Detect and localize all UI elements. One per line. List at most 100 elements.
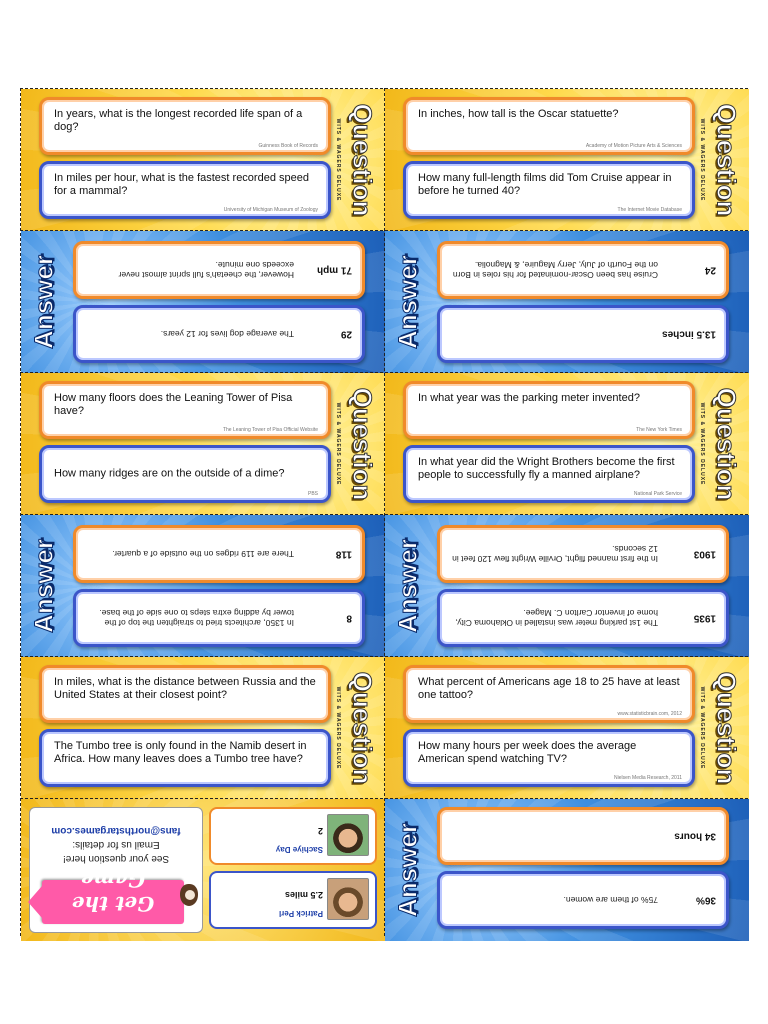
question-card-6[interactable]: What percent of Americans age 18 to 25 h… [385, 657, 749, 799]
promo-email[interactable]: fans@northstargames.com [30, 825, 202, 836]
answer-value: 8 [346, 612, 352, 624]
question-text: The Tumbo tree is only found in the Nami… [54, 740, 307, 765]
player-card-bottom: Patrick Perl 2.5 miles [209, 871, 377, 929]
answer-value: 118 [335, 548, 352, 560]
game-subtitle: WITS & WAGERS DELUXE [699, 402, 705, 486]
promo-card[interactable]: See your question here! Email us for det… [21, 799, 385, 941]
game-subtitle: WITS & WAGERS DELUXE [335, 686, 341, 770]
player-photo [327, 878, 369, 920]
answer-explanation: Cruise has been Oscar-nominated for his … [452, 260, 658, 280]
answer-value: 1903 [693, 548, 716, 560]
question-text: What percent of Americans age 18 to 25 h… [418, 676, 680, 701]
promo-box: See your question here! Email us for det… [29, 807, 203, 933]
question-source: National Park Service [633, 491, 682, 497]
question-box-top: In what year was the parking meter inven… [403, 381, 695, 439]
question-source: University of Michigan Museum of Zoology [223, 207, 318, 213]
horizontal-cut-line [20, 798, 748, 799]
question-label: Question [711, 103, 742, 217]
question-source: The Internet Movie Database [617, 207, 682, 213]
question-box-bottom: In miles per hour, what is the fastest r… [39, 161, 331, 219]
question-source: www.statisticbrain.com, 2012 [617, 711, 682, 717]
vertical-cut-line [384, 88, 385, 936]
question-source: The Leaning Tower of Pisa Official Websi… [222, 427, 318, 433]
game-subtitle: WITS & WAGERS DELUXE [335, 118, 341, 202]
answer-card-2[interactable]: Answer 24 Cruise has been Oscar-nominate… [385, 231, 749, 373]
question-card-5[interactable]: In miles, what is the distance between R… [21, 657, 385, 799]
answer-label: Answer [28, 539, 59, 634]
answer-explanation: There are 119 ridges on the outside of a… [112, 549, 294, 559]
player-name: Sachiye Day [275, 845, 323, 854]
get-the-game-logo: Get the Game [42, 868, 198, 924]
question-text: How many ridges are on the outside of a … [54, 467, 285, 480]
question-card-2[interactable]: In inches, how tall is the Oscar statuet… [385, 89, 749, 231]
answer-box-bottom: 36% 75% of them are women. [437, 871, 729, 929]
question-text: How many hours per week does the average… [418, 740, 637, 765]
horizontal-cut-line [20, 230, 748, 231]
answer-explanation: In the first manned flight, Orville Wrig… [452, 544, 658, 564]
question-text: In inches, how tall is the Oscar statuet… [418, 108, 619, 120]
game-subtitle: WITS & WAGERS DELUXE [699, 686, 705, 770]
logo-text: Get the Game [71, 868, 155, 916]
player-name: Patrick Perl [278, 909, 323, 918]
question-box-top: In inches, how tall is the Oscar statuet… [403, 97, 695, 155]
answer-value: 34 hours [674, 830, 716, 842]
question-text: In what year did the Wright Brothers bec… [418, 456, 675, 481]
question-box-top: How many floors does the Leaning Tower o… [39, 381, 331, 439]
answer-card-4[interactable]: Answer 1903 In the first manned flight, … [385, 515, 749, 657]
question-label: Question [347, 671, 378, 785]
answer-value: 36% [695, 894, 716, 906]
question-box-bottom: The Tumbo tree is only found in the Nami… [39, 729, 331, 787]
answer-card-6[interactable]: Answer 34 hours 36% 75% of them are wome… [385, 799, 749, 941]
answer-card-3[interactable]: Answer 118 There are 119 ridges on the o… [21, 515, 385, 657]
answer-value: 13.5 inches [662, 328, 716, 340]
question-card-4[interactable]: In what year was the parking meter inven… [385, 373, 749, 515]
question-label: Question [347, 387, 378, 501]
question-text: In miles per hour, what is the fastest r… [54, 172, 309, 197]
player-answer: 2.5 miles [284, 890, 323, 900]
answer-value: 71 mph [316, 264, 352, 276]
answer-explanation: However, the cheetah's full sprint almos… [118, 260, 295, 280]
question-box-bottom: How many ridges are on the outside of a … [39, 445, 331, 503]
question-card-1[interactable]: In years, what is the longest recorded l… [21, 89, 385, 231]
answer-box-top: 118 There are 119 ridges on the outside … [73, 525, 365, 583]
question-text: How many full-length films did Tom Cruis… [418, 172, 672, 197]
answer-box-bottom: 8 In 1350, architects tried to straighte… [73, 589, 365, 647]
answer-value: 29 [340, 328, 352, 340]
horizontal-cut-line [20, 514, 748, 515]
question-label: Question [347, 103, 378, 217]
promo-line-2: Email us for details: [72, 839, 160, 850]
answer-explanation: In 1350, architects tried to straighten … [99, 608, 294, 628]
question-text: In what year was the parking meter inven… [418, 392, 640, 404]
promo-line-1: See your question here! [62, 853, 170, 864]
answer-box-top: 71 mph However, the cheetah's full sprin… [73, 241, 365, 299]
answer-value: 1935 [693, 612, 716, 624]
question-box-top: In miles, what is the distance between R… [39, 665, 331, 723]
question-text: In years, what is the longest recorded l… [54, 108, 303, 133]
answer-label: Answer [392, 255, 423, 350]
answer-card-1[interactable]: Answer 71 mph However, the cheetah's ful… [21, 231, 385, 373]
answer-explanation: 75% of them are women. [563, 895, 659, 905]
answer-box-bottom: 13.5 inches [437, 305, 729, 363]
game-subtitle: WITS & WAGERS DELUXE [335, 402, 341, 486]
answer-label: Answer [28, 255, 59, 350]
answer-box-bottom: 29 The average dog lives for 12 years. [73, 305, 365, 363]
question-label: Question [711, 387, 742, 501]
player-photo [327, 814, 369, 856]
answer-explanation: The average dog lives for 12 years. [160, 329, 294, 339]
answer-value: 24 [704, 264, 716, 276]
question-label: Question [711, 671, 742, 785]
question-source: PBS [307, 491, 318, 497]
question-text: In miles, what is the distance between R… [54, 676, 316, 701]
player-card-top: Sachiye Day 2 [209, 807, 377, 865]
horizontal-cut-line [20, 372, 748, 373]
answer-explanation: The 1st parking meter was installed in O… [455, 608, 658, 628]
question-text: How many floors does the Leaning Tower o… [54, 392, 293, 417]
question-box-bottom: In what year did the Wright Brothers bec… [403, 445, 695, 503]
question-card-3[interactable]: How many floors does the Leaning Tower o… [21, 373, 385, 515]
question-box-top: What percent of Americans age 18 to 25 h… [403, 665, 695, 723]
question-box-bottom: How many hours per week does the average… [403, 729, 695, 787]
answer-box-top: 34 hours [437, 807, 729, 865]
question-box-bottom: How many full-length films did Tom Cruis… [403, 161, 695, 219]
question-source: The New York Times [636, 427, 682, 433]
question-source: Academy of Motion Picture Arts & Science… [585, 143, 682, 149]
